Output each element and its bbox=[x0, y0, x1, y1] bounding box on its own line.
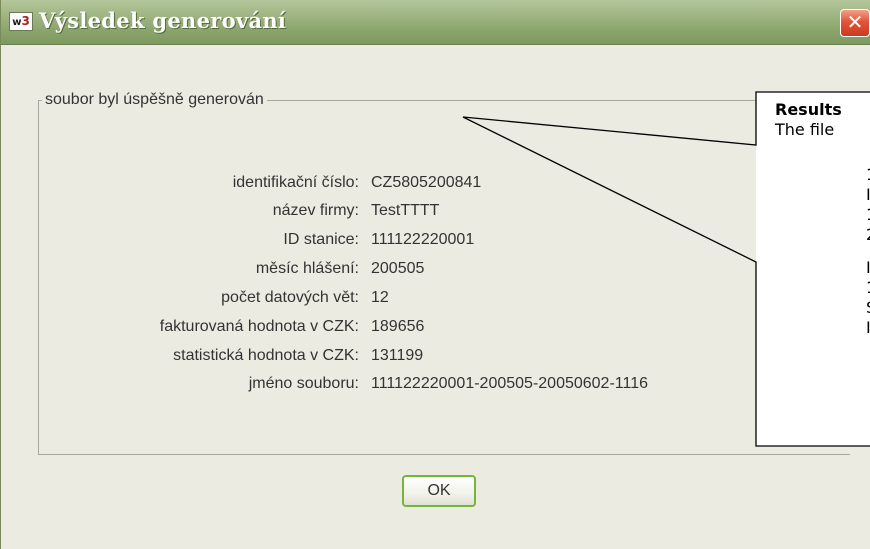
field-row-company: název firmy: TestTTTT bbox=[1, 200, 870, 222]
callout-text: The file bbox=[775, 120, 835, 139]
field-label: statistická hodnota v CZK: bbox=[173, 347, 359, 364]
field-row-statistical: statistická hodnota v CZK: 131199 bbox=[1, 345, 870, 367]
field-row-invoiced: fakturovaná hodnota v CZK: 189656 bbox=[1, 316, 870, 338]
app-icon: w3 bbox=[9, 12, 33, 31]
field-row-filename: jméno souboru: 111122220001-200505-20050… bbox=[1, 373, 870, 395]
field-label: počet datových vět: bbox=[221, 289, 359, 306]
field-value: 200505 bbox=[371, 260, 425, 277]
field-row-count: počet datových vět: 12 bbox=[1, 287, 870, 309]
callout-fragment: I bbox=[866, 185, 870, 204]
field-label: měsíc hlášení: bbox=[255, 260, 359, 277]
field-label: fakturovaná hodnota v CZK: bbox=[159, 318, 359, 335]
field-row-station: ID stanice: 111122220001 bbox=[1, 229, 870, 251]
field-label: název firmy: bbox=[272, 202, 359, 219]
field-value: 12 bbox=[371, 289, 389, 306]
field-value: 111122220001 bbox=[371, 231, 475, 248]
callout-title: Results bbox=[775, 100, 842, 119]
field-label: ID stanice: bbox=[283, 231, 359, 248]
dialog-window: w3 Výsledek generování ✕ soubor byl úspě… bbox=[0, 0, 870, 549]
close-icon: ✕ bbox=[846, 10, 864, 34]
callout-fragment: I bbox=[866, 318, 870, 337]
close-button[interactable]: ✕ bbox=[840, 9, 870, 37]
callout-fragment: 1 bbox=[866, 205, 870, 225]
callout-fragment: I bbox=[866, 258, 870, 277]
field-label: identifikační číslo: bbox=[232, 174, 359, 191]
window-title: Výsledek generování bbox=[39, 8, 287, 33]
field-value: 131199 bbox=[371, 347, 424, 364]
field-value: 111122220001-200505-20050602-1116 bbox=[371, 375, 648, 392]
field-row-id: identifikační číslo: CZ5805200841 bbox=[1, 172, 870, 194]
callout-fragment: 2 bbox=[866, 225, 870, 245]
groupbox-title: soubor byl úspěšně generován bbox=[42, 91, 267, 109]
ok-button[interactable]: OK bbox=[402, 475, 476, 507]
callout-annotation: Results The file 1 I 1 2 I 1 S I bbox=[756, 92, 870, 446]
app-icon-digit: 3 bbox=[21, 14, 30, 28]
callout-fragment: S bbox=[866, 298, 870, 318]
field-value: TestTTTT bbox=[371, 202, 440, 219]
field-row-month: měsíc hlášení: 200505 bbox=[1, 258, 870, 280]
callout-fragment: 1 bbox=[866, 278, 870, 298]
field-value: CZ5805200841 bbox=[371, 174, 482, 191]
field-label: jméno souboru: bbox=[248, 375, 359, 392]
title-bar[interactable]: w3 Výsledek generování ✕ bbox=[1, 0, 870, 45]
field-value: 189656 bbox=[371, 318, 425, 335]
callout-fragment: 1 bbox=[866, 165, 870, 185]
